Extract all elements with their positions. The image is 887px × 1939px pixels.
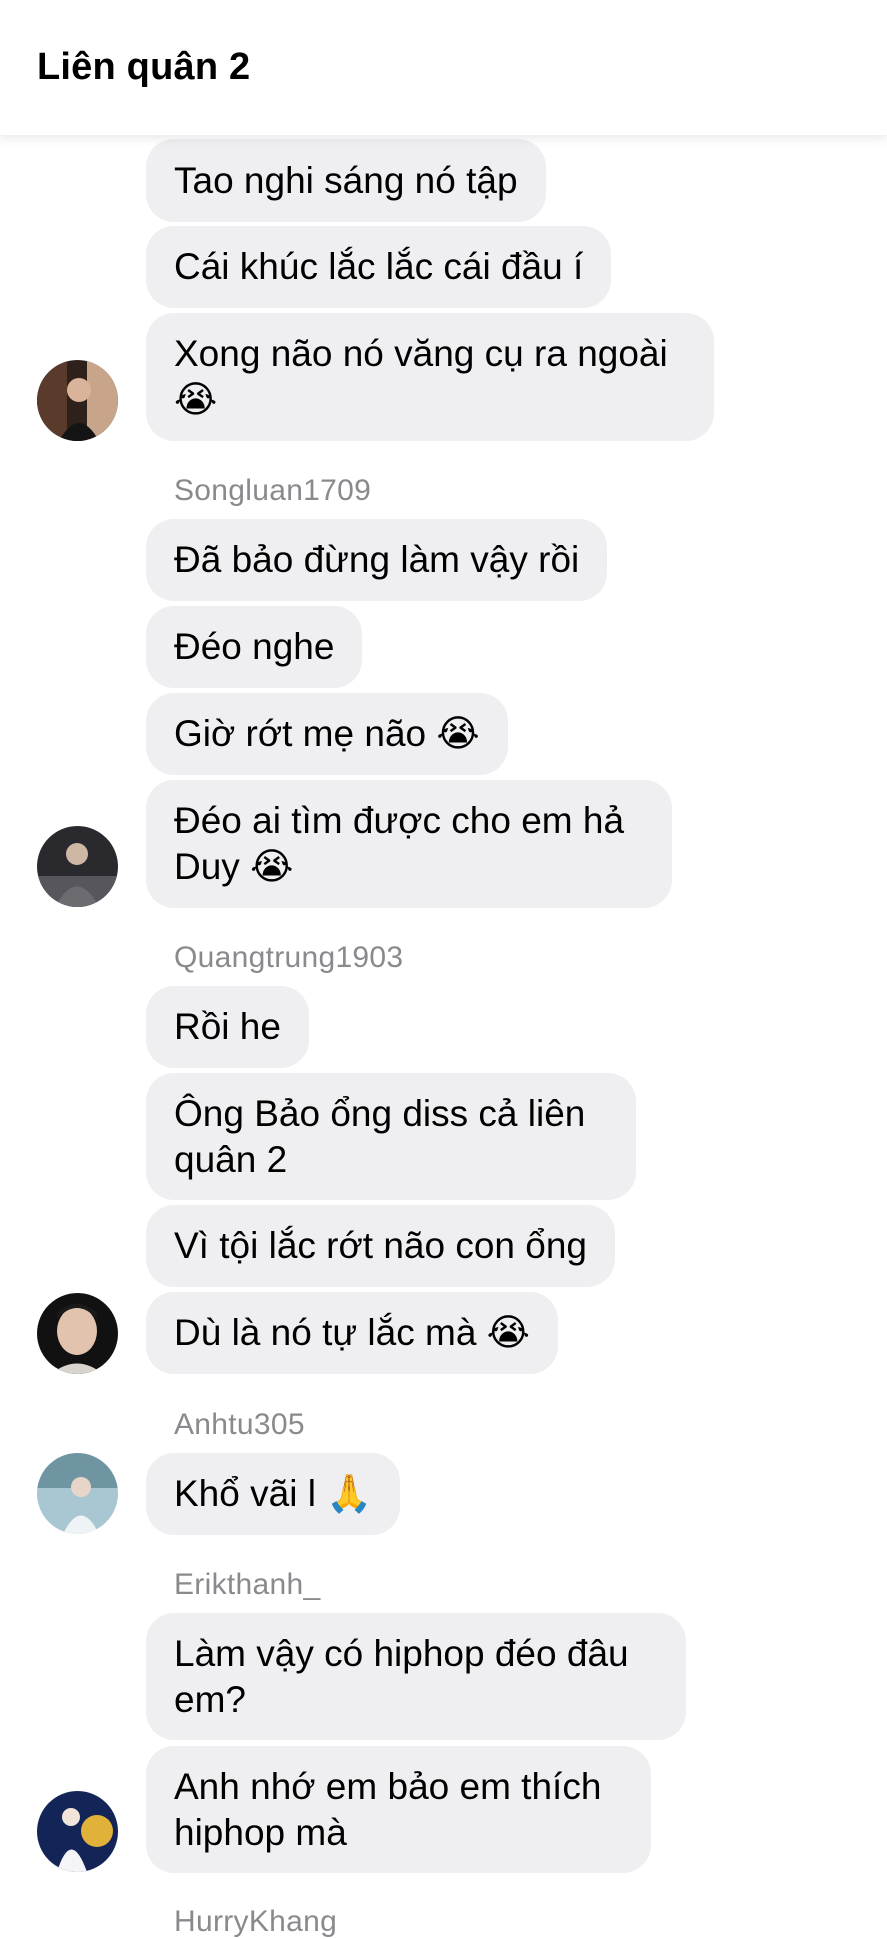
message-text: Dù là nó tự lắc mà 😭 xyxy=(174,1312,530,1353)
avatar-photo-2-icon xyxy=(37,826,118,907)
message-bubble[interactable]: Tao nghi sáng nó tập xyxy=(146,139,546,222)
message-text: Ông Bảo ổng diss cả liên quân 2 xyxy=(174,1092,586,1180)
sender-name: Anhtu305 xyxy=(174,1408,305,1441)
sender-name: HurryKhang xyxy=(174,1905,338,1938)
message-bubble[interactable]: Dù là nó tự lắc mà 😭 xyxy=(146,1292,558,1374)
chat-header: Liên quân 2 xyxy=(0,0,887,135)
avatar[interactable] xyxy=(37,1293,118,1374)
message-text: Anh nhớ em bảo em thích hiphop mà xyxy=(174,1765,602,1853)
sender-name: Erikthanh_ xyxy=(174,1568,321,1601)
chat-title[interactable]: Liên quân 2 xyxy=(37,46,250,89)
message-bubble[interactable]: Cái khúc lắc lắc cái đầu í xyxy=(146,226,612,308)
message-bubble[interactable]: Làm vậy có hiphop đéo đâu em? xyxy=(146,1613,686,1740)
message-bubble[interactable]: Đéo nghe xyxy=(146,606,363,688)
message-text: Khổ vãi l 🙏 xyxy=(174,1473,373,1514)
message-bubble[interactable]: Khổ vãi l 🙏 xyxy=(146,1453,401,1535)
message-text: Rồi he xyxy=(174,1006,281,1047)
message-bubble[interactable]: Rồi he xyxy=(146,986,309,1068)
message-bubble[interactable]: Giờ rớt mẹ não 😭 xyxy=(146,693,508,775)
message-text: Đéo nghe xyxy=(174,626,335,667)
message-bubble[interactable]: Đéo ai tìm được cho em hả Duy 😭 xyxy=(146,780,672,908)
message-bubble[interactable]: Anh nhớ em bảo em thích hiphop mà xyxy=(146,1746,651,1873)
message-bubble[interactable]: Đã bảo đừng làm vậy rồi xyxy=(146,519,608,601)
message-text: Tao nghi sáng nó tập xyxy=(174,159,518,201)
message-text: Xong não nó văng cụ ra ngoài 😭 xyxy=(174,333,668,420)
message-text: Làm vậy có hiphop đéo đâu em? xyxy=(174,1632,629,1720)
avatar[interactable] xyxy=(37,826,118,907)
message-bubble[interactable]: Ông Bảo ổng diss cả liên quân 2 xyxy=(146,1073,636,1200)
chat-thread[interactable]: Tao nghi sáng nó tập Cái khúc lắc lắc cá… xyxy=(0,0,887,1938)
avatar[interactable] xyxy=(37,1453,118,1534)
avatar[interactable] xyxy=(37,360,118,441)
message-text: Cái khúc lắc lắc cái đầu í xyxy=(174,246,584,287)
message-text: Đéo ai tìm được cho em hả Duy 😭 xyxy=(174,800,625,887)
sender-name: Songluan1709 xyxy=(174,474,372,507)
message-text: Vì tội lắc rớt não con ổng xyxy=(174,1225,587,1266)
avatar-photo-3-icon xyxy=(37,1293,118,1374)
message-bubble[interactable]: Vì tội lắc rớt não con ổng xyxy=(146,1205,615,1287)
message-text: Đã bảo đừng làm vậy rồi xyxy=(174,539,580,580)
avatar-photo-4-icon xyxy=(37,1453,118,1534)
avatar[interactable] xyxy=(37,1791,118,1872)
avatar-photo-5-icon xyxy=(37,1791,118,1872)
sender-name: Quangtrung1903 xyxy=(174,941,404,974)
message-bubble[interactable]: Xong não nó văng cụ ra ngoài 😭 xyxy=(146,313,714,441)
message-text: Giờ rớt mẹ não 😭 xyxy=(174,713,480,754)
avatar-photo-1-icon xyxy=(37,360,118,441)
